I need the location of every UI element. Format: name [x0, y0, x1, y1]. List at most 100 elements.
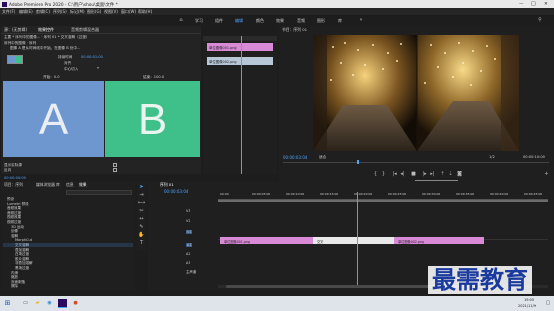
workspace-effects[interactable]: 效果	[276, 18, 284, 24]
duration-value[interactable]: 00:00:01:00	[81, 55, 103, 59]
ruler-tick: 00:00:30:00	[422, 192, 441, 196]
program-fit-select[interactable]: 适合	[319, 155, 326, 160]
taskbar-time: 19:05	[524, 298, 535, 302]
track-label-v3[interactable]: V3	[186, 209, 190, 213]
program-scale-select[interactable]: 1/2	[489, 155, 495, 159]
effects-tree-item[interactable]: 擦除	[11, 284, 18, 289]
export-frame-icon[interactable]: ◙	[457, 172, 462, 177]
mini-playhead[interactable]	[241, 36, 242, 174]
program-video-image	[313, 35, 519, 151]
workspace-bar: ⌂ 学习 组件 编辑 颜色 效果 音频 图形 库 » ⚲	[0, 15, 554, 25]
track-select-tool-icon[interactable]: ⇥	[139, 193, 144, 198]
tab-project[interactable]: 项目：序列	[4, 182, 23, 188]
ruler-tick: 00:00:05:00	[252, 192, 271, 196]
lift-icon[interactable]: ⇡	[440, 172, 445, 177]
workspace-graphics[interactable]: 图形	[317, 18, 325, 24]
track-label-a2[interactable]: A2	[186, 252, 190, 256]
taskbar: ⊞ ▭ ▰ ◉ ● 19:05 2021/11/9 ▢	[0, 296, 554, 311]
tab-sequence-01[interactable]: 序列 01	[160, 182, 174, 188]
app-logo-icon	[2, 1, 7, 7]
ruler-tick: 00:00:15:00	[320, 192, 339, 196]
tab-info[interactable]: 信息	[66, 182, 74, 188]
step-back-icon[interactable]: ◂|	[400, 172, 405, 177]
timeline-playhead[interactable]	[357, 192, 358, 287]
program-scrub-bar[interactable]	[283, 162, 549, 163]
notification-icon[interactable]: ▢	[545, 300, 551, 306]
workspace-color[interactable]: 颜色	[256, 18, 264, 24]
reverse-label: 反向	[4, 168, 12, 172]
timeline-ruler[interactable]: 00:00 00:00:05:00 00:00:10:00 00:00:15:0…	[218, 192, 548, 202]
mini-clip-a[interactable]: 单位图像001.png	[207, 43, 273, 51]
align-dropdown-icon[interactable]: ▾	[96, 67, 100, 71]
track-label-v1[interactable]: V1	[186, 230, 193, 234]
transition-cross-dissolve[interactable]: 交叉	[313, 237, 394, 244]
stop-icon[interactable]: ■	[411, 172, 416, 177]
mark-in-icon[interactable]: {	[373, 172, 378, 177]
preview-a: A	[3, 81, 104, 157]
program-title: 节目：序列 01	[282, 27, 308, 32]
thumbnail-a-half	[8, 56, 15, 63]
hand-tool-icon[interactable]: ✋	[138, 233, 144, 238]
home-icon[interactable]: ⌂	[178, 17, 184, 23]
task-view-icon[interactable]: ▭	[22, 300, 29, 307]
app-taskbar-icon[interactable]: ●	[72, 300, 79, 307]
end-label: 结束：100.0	[143, 75, 165, 79]
tab-libraries[interactable]: 库	[56, 182, 60, 188]
track-label-a3[interactable]: A3	[186, 261, 190, 265]
mark-out-icon[interactable]: }	[381, 172, 386, 177]
ruler-tick: 00:00:35:00	[456, 192, 475, 196]
align-value[interactable]: 中心切入	[64, 67, 78, 72]
watermark-logo: 最需教育	[428, 266, 532, 294]
panel-divider	[1, 33, 201, 34]
type-tool-icon[interactable]: T	[139, 241, 144, 246]
clip-image-002-label: 单位图像002.png	[398, 239, 424, 244]
ruler-tick: 00:00	[220, 192, 229, 196]
reverse-checkbox[interactable]	[113, 168, 117, 172]
work-area-bar[interactable]	[218, 200, 548, 202]
close-button[interactable]: ✕	[544, 2, 548, 7]
clip-image-001-label: 单位图像001.png	[224, 239, 250, 244]
razor-tool-icon[interactable]: ✂	[139, 209, 144, 214]
go-to-in-icon[interactable]: |◂	[392, 172, 397, 177]
search-icon[interactable]: ⚲	[537, 17, 543, 23]
track-label-a1[interactable]: A1	[186, 243, 193, 247]
ripple-edit-tool-icon[interactable]: ⟷	[138, 201, 145, 206]
tab-effects[interactable]: 效果	[79, 182, 87, 188]
tools-panel: ➤ ⇥ ⟷ ✂ ↔ ✎ ✋ T	[137, 181, 146, 251]
more-workspaces-icon[interactable]: »	[358, 17, 364, 23]
master-track-label: 主声道	[186, 270, 197, 274]
minimize-button[interactable]: —	[519, 2, 524, 7]
show-actual-sources-checkbox[interactable]	[113, 163, 117, 167]
workspace-assembly[interactable]: 组件	[215, 18, 223, 24]
program-timecode[interactable]: 00:00:03:04	[283, 155, 307, 160]
step-forward-icon[interactable]: |▸	[422, 172, 427, 177]
edge-browser-icon[interactable]: ◉	[46, 300, 53, 307]
effects-search-input[interactable]	[66, 190, 132, 195]
clip-image-001[interactable]: 单位图像001.png	[220, 237, 313, 244]
extract-icon[interactable]: ⇣	[448, 172, 453, 177]
timeline-timecode[interactable]: 00:00:03:04	[164, 189, 188, 194]
effect-controls-timecode[interactable]: 00:00:00:00	[4, 176, 26, 180]
track-label-v2[interactable]: V2	[186, 219, 190, 223]
mini-clip-b[interactable]: 单位图像002.png	[207, 57, 273, 65]
clip-image-002[interactable]: 单位图像002.png	[394, 237, 484, 244]
selected-effect-highlight	[3, 242, 133, 248]
add-button-icon[interactable]: +	[544, 172, 549, 177]
effect-description: 图像 A 是从时间线中开始，在图像 B 处中...	[10, 46, 81, 50]
windows-start-icon[interactable]: ⊞	[4, 300, 11, 307]
file-explorer-icon[interactable]: ▰	[34, 300, 41, 307]
tab-media-browser[interactable]: 媒体浏览器	[36, 182, 55, 188]
workspace-libraries[interactable]: 库	[338, 18, 342, 24]
premiere-taskbar-icon[interactable]	[58, 299, 67, 308]
program-playhead[interactable]	[357, 160, 359, 164]
duration-label: 持续时间	[58, 55, 73, 59]
pen-tool-icon[interactable]: ✎	[139, 225, 144, 230]
workspace-editing[interactable]: 编辑	[235, 18, 243, 24]
workspace-audio[interactable]: 音频	[297, 18, 305, 24]
slip-tool-icon[interactable]: ↔	[139, 217, 144, 222]
workspace-learn[interactable]: 学习	[195, 18, 203, 24]
maximize-button[interactable]: □	[531, 1, 536, 7]
preview-b: B	[105, 81, 200, 157]
go-to-out-icon[interactable]: ▸|	[430, 172, 435, 177]
selection-tool-icon[interactable]: ➤	[139, 185, 144, 190]
